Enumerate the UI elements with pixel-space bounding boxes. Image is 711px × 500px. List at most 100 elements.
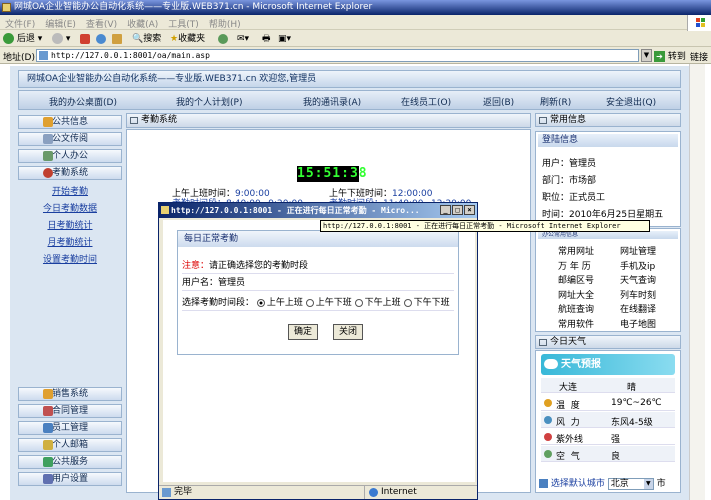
close-dialog-button[interactable]: 关闭 (333, 324, 363, 340)
sidebar-contracts[interactable]: 合同管理 (18, 404, 122, 418)
radio-pm-off[interactable]: 下午下班 (403, 298, 450, 308)
weather-city-row: 大连 晴 (541, 378, 675, 393)
service-icon (43, 457, 53, 467)
sidebar-mail[interactable]: 个人邮箱 (18, 438, 122, 452)
nav-logout[interactable]: 安全退出(Q) (606, 95, 656, 108)
weather-value: 良 (611, 452, 621, 462)
home-icon[interactable] (112, 32, 122, 46)
nav-online[interactable]: 在线员工(O) (401, 95, 451, 108)
address-bar: 地址(D) http://127.0.0.1:8001/oa/main.asp … (0, 47, 711, 64)
mail-icon[interactable]: ✉▾ (237, 32, 249, 46)
sidebar-public-info[interactable]: 公共信息 (18, 115, 122, 129)
period-row: 选择考勤时间段： 上午上班 上午下班 下午上班 下午下班 (182, 295, 454, 311)
weather-row: 空 气良 (541, 446, 675, 462)
toolbar: 后退 ▾ ▾ 🔍搜索 ★收藏夹 ✉▾ 🖶 ▣▾ (0, 31, 711, 47)
menu-tools[interactable]: 工具(T) (163, 15, 204, 30)
radio-selected-icon (256, 298, 265, 307)
print-icon[interactable]: 🖶 (262, 32, 271, 46)
login-info-box: 登陆信息 用户：管理员 部门：市场部 职位：正式员工 时间：2010年6月25日… (535, 131, 681, 227)
tool-link[interactable]: 手机及ip (620, 259, 655, 272)
city-select[interactable]: 北京 ▼ (607, 477, 654, 490)
tool-link[interactable]: 列车时刻 (620, 288, 656, 301)
menu-view[interactable]: 查看(V) (81, 15, 122, 30)
sidebar-attendance[interactable]: 考勤系统 (18, 166, 122, 180)
sidebar-personal-office[interactable]: 个人办公 (18, 149, 122, 163)
tool-link[interactable]: 网址管理 (620, 244, 656, 257)
link-monthly-stats[interactable]: 月考勤统计 (18, 235, 122, 248)
menu-favorites[interactable]: 收藏(A) (122, 15, 163, 30)
tool-link[interactable]: 天气查询 (620, 273, 656, 286)
weather-row: 紫外线 强 (541, 429, 675, 445)
tool-link[interactable]: 网址大全 (558, 288, 594, 301)
sidebar-public-service[interactable]: 公共服务 (18, 455, 122, 469)
login-user: 用户：管理员 (542, 159, 597, 169)
nav-desktop[interactable]: 我的办公桌面(D) (49, 95, 117, 108)
refresh-icon[interactable] (96, 32, 106, 46)
menu-edit[interactable]: 编辑(E) (40, 15, 81, 30)
sidebar: 公共信息 公文传阅 个人办公 考勤系统 开始考勤 今日考勤数据 日考勤统计 月考… (18, 113, 124, 493)
tool-link[interactable]: 常用软件 (558, 317, 594, 330)
search-button[interactable]: 🔍搜索 (132, 32, 161, 46)
dialog-status-bar: 完毕 Internet (159, 485, 477, 499)
nav-contacts[interactable]: 我的通讯录(A) (303, 95, 361, 108)
menu-help[interactable]: 帮助(H) (204, 15, 246, 30)
nav-refresh[interactable]: 刷新(R) (540, 95, 571, 108)
history-icon[interactable] (218, 32, 228, 46)
page-icon (39, 51, 48, 60)
links-label[interactable]: 链接 (690, 50, 708, 63)
ie-icon (2, 3, 11, 12)
weather-city: 大连 (559, 383, 578, 393)
radio-pm-on[interactable]: 下午上班 (354, 298, 401, 308)
sidebar-employees[interactable]: 员工管理 (18, 421, 122, 435)
menu-file[interactable]: 文件(F) (0, 15, 40, 30)
login-info-title: 登陆信息 (538, 134, 678, 147)
forward-button[interactable]: ▾ (52, 32, 70, 46)
tool-link[interactable]: 在线翻译 (620, 302, 656, 315)
panel-icon (539, 339, 547, 346)
sidebar-documents[interactable]: 公文传阅 (18, 132, 122, 146)
globe-icon (369, 488, 378, 497)
maximize-button[interactable]: □ (452, 205, 463, 215)
link-start-attendance[interactable]: 开始考勤 (18, 184, 122, 197)
forward-arrow-icon (52, 33, 63, 44)
close-button[interactable]: × (464, 205, 475, 215)
sidebar-user-settings[interactable]: 用户设置 (18, 472, 122, 486)
chevron-down-icon: ▼ (643, 478, 653, 489)
weather-indicator-icon (544, 416, 552, 424)
link-set-time[interactable]: 设置考勤时间 (18, 252, 122, 265)
stop-icon[interactable] (80, 32, 90, 46)
settings-icon (43, 474, 53, 484)
tool-link[interactable]: 万 年 历 (558, 259, 591, 272)
right-panel: 常用信息 登陆信息 用户：管理员 部门：市场部 职位：正式员工 时间：2010年… (535, 113, 681, 493)
radio-am-off[interactable]: 上午下班 (305, 298, 352, 308)
radio-am-on[interactable]: 上午上班 (256, 298, 303, 308)
main-header: 考勤系统 (126, 113, 531, 128)
tool-link[interactable]: 电子地图 (620, 317, 656, 330)
weather-banner[interactable]: 天气预报 (541, 354, 675, 375)
notice-row: 注意：请正确选择您的考勤时段 (182, 258, 454, 274)
address-input[interactable]: http://127.0.0.1:8001/oa/main.asp (36, 49, 639, 62)
title-tooltip: http://127.0.0.1:8001 - 正在进行每日正常考勤 - Mic… (320, 220, 650, 232)
weather-key: 空 气 (556, 452, 580, 462)
link-today-data[interactable]: 今日考勤数据 (18, 201, 122, 214)
ok-button[interactable]: 确定 (288, 324, 318, 340)
page-scrollbar[interactable] (689, 64, 705, 500)
go-button[interactable]: ➔ 转到 (654, 49, 686, 62)
dialog-body: 每日正常考勤 注意：请正确选择您的考勤时段 用户名：管理员 选择考勤时间段： 上… (163, 220, 475, 482)
tool-link[interactable]: 邮编区号 (558, 273, 594, 286)
address-dropdown-icon[interactable]: ▼ (641, 49, 652, 62)
nav-plan[interactable]: 我的个人计划(P) (176, 95, 242, 108)
tool-link[interactable]: 航班查询 (558, 302, 594, 315)
radio-icon (354, 298, 363, 307)
back-arrow-icon (3, 33, 14, 44)
link-daily-stats[interactable]: 日考勤统计 (18, 218, 122, 231)
back-button[interactable]: 后退 ▾ (3, 32, 42, 46)
tool-link[interactable]: 常用网址 (558, 244, 594, 257)
edit-icon[interactable]: ▣▾ (278, 32, 291, 46)
radio-icon (403, 298, 412, 307)
nav-back[interactable]: 返回(B) (483, 95, 514, 108)
minimize-button[interactable]: _ (440, 205, 451, 215)
panel-icon (130, 117, 138, 124)
favorites-button[interactable]: ★收藏夹 (170, 32, 205, 46)
sidebar-sales[interactable]: 销售系统 (18, 387, 122, 401)
